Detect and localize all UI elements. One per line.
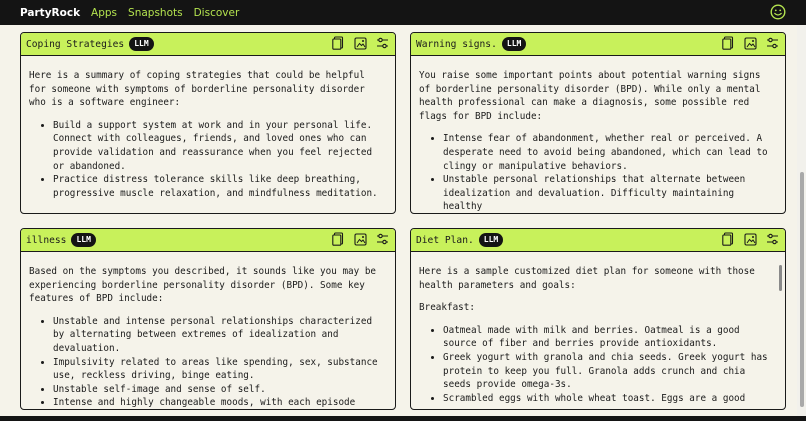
list-item: Unstable personal relationships that alt…: [443, 173, 777, 213]
list-item: Scrambled eggs with whole wheat toast. E…: [443, 392, 777, 406]
widget-output-text: You raise some important points about po…: [419, 69, 777, 213]
widget-coping-strategies: Coping Strategies LLM Here is a summary …: [20, 32, 396, 214]
list-item: Intense and highly changeable moods, wit…: [53, 396, 387, 409]
output-list: Build a support system at work and in yo…: [29, 119, 387, 201]
list-item: Impulsivity related to areas like spendi…: [53, 356, 387, 383]
page-scrollbar-thumb[interactable]: [800, 172, 804, 407]
list-item: Intense fear of abandonment, whether rea…: [443, 132, 777, 173]
image-icon[interactable]: [744, 232, 757, 246]
document-icon[interactable]: [722, 232, 735, 246]
brand-logo[interactable]: PartyRock: [20, 7, 80, 19]
list-item: Practice distress tolerance skills like …: [53, 173, 387, 200]
widget-output-text: Here is a summary of coping strategies t…: [29, 69, 387, 213]
widget-header: Coping Strategies LLM: [21, 33, 395, 56]
output-intro: Here is a sample customized diet plan fo…: [419, 266, 755, 291]
settings-sliders-icon[interactable]: [376, 232, 389, 246]
list-item: Build a support system at work and in yo…: [53, 119, 387, 173]
list-item: Unstable self-image and sense of self.: [53, 383, 387, 397]
document-icon[interactable]: [722, 36, 735, 50]
output-intro: You raise some important points about po…: [419, 70, 761, 122]
widget-diet-plan: Diet Plan. LLM Here is a sample customiz…: [410, 228, 786, 410]
list-item: Oatmeal made with milk and berries. Oatm…: [443, 324, 777, 351]
document-icon[interactable]: [332, 232, 345, 246]
widget-title: Diet Plan.: [416, 234, 474, 246]
nav-link-apps[interactable]: Apps: [91, 7, 117, 19]
top-nav-bar: PartyRock Apps Snapshots Discover: [0, 0, 806, 25]
widget-illness: illness LLM Based on the symptoms you de…: [20, 228, 396, 410]
image-icon[interactable]: [354, 36, 367, 50]
output-scrollbar[interactable]: [779, 265, 782, 291]
document-icon[interactable]: [332, 36, 345, 50]
output-intro: Based on the symptoms you described, it …: [29, 266, 377, 305]
llm-badge: LLM: [478, 233, 504, 247]
output-list: Intense fear of abandonment, whether rea…: [419, 132, 777, 213]
smiley-icon[interactable]: [770, 4, 786, 20]
list-item: Greek yogurt with granola and chia seeds…: [443, 351, 777, 392]
output-intro: Here is a summary of coping strategies t…: [29, 70, 365, 109]
llm-badge: LLM: [501, 37, 527, 51]
image-icon[interactable]: [354, 232, 367, 246]
widget-output-text: Based on the symptoms you described, it …: [29, 265, 387, 409]
output-list: Oatmeal made with milk and berries. Oatm…: [419, 324, 777, 406]
llm-badge: LLM: [129, 37, 154, 51]
widget-output-text: Here is a sample customized diet plan fo…: [419, 265, 777, 409]
bottom-bar: [0, 416, 806, 421]
widget-title: Coping Strategies: [26, 38, 125, 50]
output-section-heading: Breakfast:: [419, 302, 475, 314]
list-item: Unstable and intense personal relationsh…: [53, 315, 387, 356]
nav-link-discover[interactable]: Discover: [194, 7, 240, 19]
widget-header: Warning signs. LLM: [411, 33, 785, 56]
widget-warning-signs: Warning signs. LLM You raise some import…: [410, 32, 786, 214]
widget-header: illness LLM: [21, 229, 395, 252]
widget-header: Diet Plan. LLM: [411, 229, 785, 252]
image-icon[interactable]: [744, 36, 757, 50]
settings-sliders-icon[interactable]: [766, 36, 779, 50]
llm-badge: LLM: [71, 233, 96, 247]
nav-link-snapshots[interactable]: Snapshots: [128, 7, 183, 19]
output-list: Unstable and intense personal relationsh…: [29, 315, 387, 409]
settings-sliders-icon[interactable]: [376, 36, 389, 50]
settings-sliders-icon[interactable]: [766, 232, 779, 246]
widget-title: illness: [26, 234, 67, 246]
widget-title: Warning signs.: [416, 38, 497, 50]
